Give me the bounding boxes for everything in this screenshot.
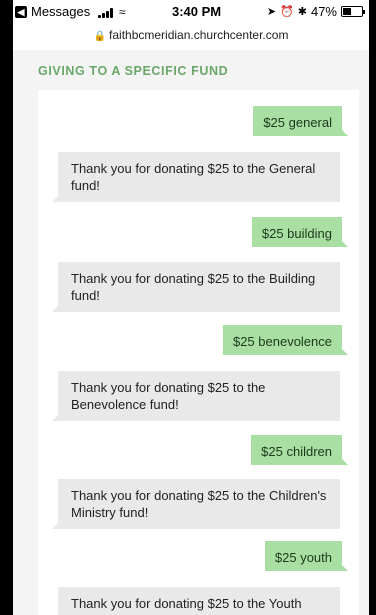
url-text: faithbcmeridian.churchcenter.com [109, 28, 289, 42]
back-to-app-label[interactable]: Messages [31, 4, 90, 19]
battery-fill [343, 8, 352, 15]
battery-icon [341, 6, 365, 17]
sent-message: $25 building [251, 217, 349, 247]
lock-icon: 🔒 [93, 31, 107, 42]
status-bar: ◀ Messages ≈ 3:40 PM ➤ ⏰ ✱ 47% 🔒 faithbcm… [13, 0, 369, 50]
phone-screen: ◀ Messages ≈ 3:40 PM ➤ ⏰ ✱ 47% 🔒 faithbcm… [13, 0, 369, 615]
status-time: 3:40 PM [172, 4, 222, 19]
battery-percent: 47% [310, 4, 337, 19]
sent-message: $25 general [253, 106, 348, 136]
received-message: Thank you for donating $25 to the Childr… [52, 479, 340, 529]
chat-card: $25 general Thank you for donating $25 t… [38, 90, 359, 615]
wifi-icon: ≈ [119, 5, 126, 19]
received-message: Thank you for donating $25 to the Youth [52, 587, 340, 615]
sent-message: $25 benevolence [222, 325, 349, 355]
cellular-signal-icon [98, 8, 116, 18]
received-message: Thank you for donating $25 to the Genera… [52, 152, 340, 202]
status-right-group: ➤ ⏰ ✱ 47% [266, 4, 365, 19]
sent-message: $25 youth [264, 541, 349, 571]
section-heading: GIVING TO A SPECIFIC FUND [38, 64, 229, 78]
sent-message: $25 children [251, 435, 348, 465]
received-message: Thank you for donating $25 to the Buildi… [52, 262, 340, 312]
back-arrow-icon[interactable]: ◀ [15, 6, 27, 18]
alarm-icon: ⏰ [280, 6, 294, 18]
received-message: Thank you for donating $25 to the Benevo… [52, 371, 340, 421]
url-bar[interactable]: 🔒 faithbcmeridian.churchcenter.com [13, 28, 369, 42]
bluetooth-icon: ✱ [297, 6, 307, 18]
location-arrow-icon: ➤ [266, 6, 277, 18]
status-row: ◀ Messages ≈ 3:40 PM ➤ ⏰ ✱ 47% [13, 3, 369, 23]
